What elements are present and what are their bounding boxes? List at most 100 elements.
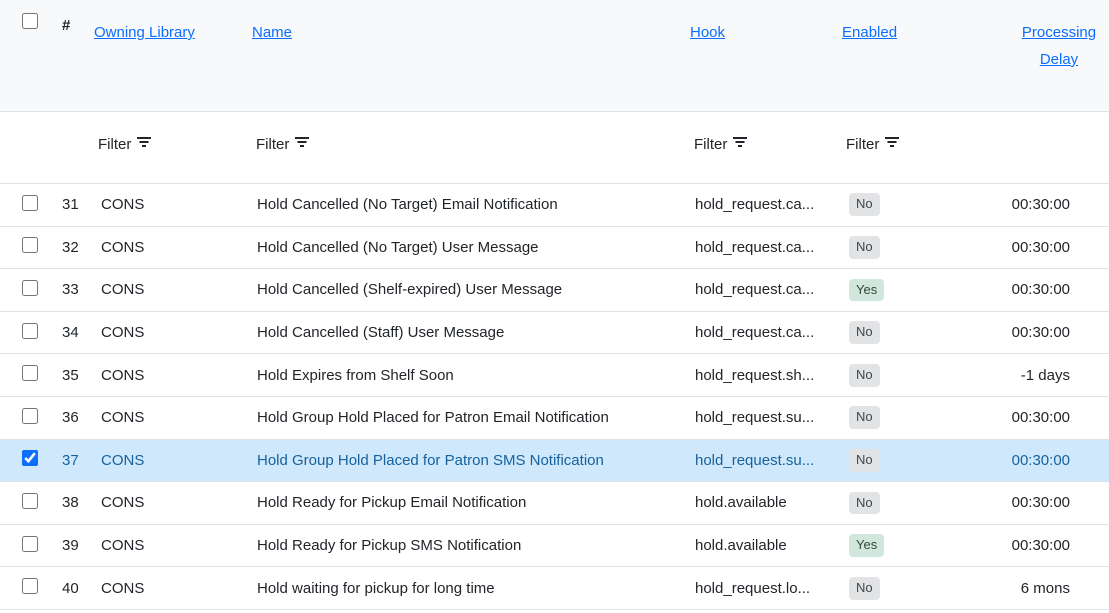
name-header-cell: Name <box>248 0 686 111</box>
column-header-processing-delay[interactable]: Processing Delay <box>1011 19 1107 111</box>
row-checkbox-cell <box>0 365 50 385</box>
row-hook: hold_request.lo... <box>686 580 838 597</box>
select-all-checkbox[interactable] <box>22 13 38 29</box>
row-name: Hold Expires from Shelf Soon <box>248 367 686 384</box>
filter-icon <box>136 135 152 148</box>
row-enabled-cell: Yes <box>838 279 985 302</box>
row-processing-delay: 00:30:00 <box>985 239 1109 256</box>
row-checkbox-cell <box>0 578 50 598</box>
row-name: Hold Cancelled (No Target) Email Notific… <box>248 196 686 213</box>
row-hook: hold_request.ca... <box>686 196 838 213</box>
grid-body: 31 CONS Hold Cancelled (No Target) Email… <box>0 184 1109 610</box>
row-processing-delay: -1 days <box>985 367 1109 384</box>
filter-label: Filter <box>256 136 289 153</box>
row-processing-delay: 00:30:00 <box>985 324 1109 341</box>
row-enabled-cell: No <box>838 577 985 600</box>
row-number: 32 <box>50 239 90 256</box>
row-owning-library: CONS <box>90 494 248 511</box>
row-enabled-cell: No <box>838 406 985 429</box>
row-checkbox-cell <box>0 195 50 215</box>
column-header-enabled[interactable]: Enabled <box>842 19 897 46</box>
notifications-grid: # Owning Library Name Hook Enabled Proce… <box>0 0 1109 610</box>
row-number: 35 <box>50 367 90 384</box>
filter-icon <box>732 135 748 148</box>
enabled-badge: No <box>849 577 880 600</box>
filter-owning-library-cell: Filter <box>90 136 248 159</box>
column-header-name[interactable]: Name <box>252 19 292 46</box>
column-header-hook[interactable]: Hook <box>690 19 725 46</box>
row-number: 39 <box>50 537 90 554</box>
row-processing-delay: 00:30:00 <box>985 452 1109 469</box>
row-checkbox[interactable] <box>22 323 38 339</box>
table-row[interactable]: 32 CONS Hold Cancelled (No Target) User … <box>0 227 1109 270</box>
filter-button-name[interactable]: Filter <box>248 136 310 159</box>
row-checkbox[interactable] <box>22 365 38 381</box>
row-enabled-cell: No <box>838 492 985 515</box>
table-row[interactable]: 37 CONS Hold Group Hold Placed for Patro… <box>0 440 1109 483</box>
table-row[interactable]: 34 CONS Hold Cancelled (Staff) User Mess… <box>0 312 1109 355</box>
row-hook: hold_request.sh... <box>686 367 838 384</box>
row-owning-library: CONS <box>90 367 248 384</box>
row-enabled-cell: No <box>838 449 985 472</box>
row-processing-delay: 00:30:00 <box>985 537 1109 554</box>
row-processing-delay: 00:30:00 <box>985 494 1109 511</box>
row-checkbox[interactable] <box>22 408 38 424</box>
filter-button-owning-library[interactable]: Filter <box>90 136 152 159</box>
row-number: 34 <box>50 324 90 341</box>
row-name: Hold Cancelled (Staff) User Message <box>248 324 686 341</box>
table-row[interactable]: 38 CONS Hold Ready for Pickup Email Noti… <box>0 482 1109 525</box>
row-owning-library: CONS <box>90 537 248 554</box>
row-name: Hold Ready for Pickup Email Notification <box>248 494 686 511</box>
filter-name-cell: Filter <box>248 136 686 159</box>
enabled-badge: Yes <box>849 279 884 302</box>
row-checkbox[interactable] <box>22 237 38 253</box>
row-number: 40 <box>50 580 90 597</box>
row-checkbox-cell <box>0 237 50 257</box>
column-header-owning-library[interactable]: Owning Library <box>94 19 195 46</box>
row-checkbox[interactable] <box>22 195 38 211</box>
filter-icon <box>294 135 310 148</box>
row-owning-library: CONS <box>90 239 248 256</box>
row-checkbox[interactable] <box>22 578 38 594</box>
enabled-badge: No <box>849 492 880 515</box>
enabled-badge: No <box>849 193 880 216</box>
row-hook: hold.available <box>686 537 838 554</box>
row-enabled-cell: No <box>838 364 985 387</box>
select-all-cell <box>0 0 50 111</box>
table-row[interactable]: 35 CONS Hold Expires from Shelf Soon hol… <box>0 354 1109 397</box>
row-hook: hold_request.ca... <box>686 239 838 256</box>
enabled-badge: No <box>849 236 880 259</box>
table-row[interactable]: 39 CONS Hold Ready for Pickup SMS Notifi… <box>0 525 1109 568</box>
row-owning-library: CONS <box>90 409 248 426</box>
row-number: 36 <box>50 409 90 426</box>
filter-button-hook[interactable]: Filter <box>686 136 748 159</box>
row-owning-library: CONS <box>90 324 248 341</box>
filter-label: Filter <box>98 136 131 153</box>
row-checkbox[interactable] <box>22 493 38 509</box>
table-row[interactable]: 36 CONS Hold Group Hold Placed for Patro… <box>0 397 1109 440</box>
enabled-header-cell: Enabled <box>838 0 985 111</box>
row-enabled-cell: No <box>838 321 985 344</box>
grid-header-row: # Owning Library Name Hook Enabled Proce… <box>0 0 1109 112</box>
row-checkbox[interactable] <box>22 280 38 296</box>
row-processing-delay: 00:30:00 <box>985 409 1109 426</box>
row-checkbox[interactable] <box>22 536 38 552</box>
row-hook: hold_request.ca... <box>686 324 838 341</box>
row-name: Hold Group Hold Placed for Patron SMS No… <box>248 452 686 469</box>
row-processing-delay: 00:30:00 <box>985 281 1109 298</box>
row-hook: hold_request.su... <box>686 452 838 469</box>
table-row[interactable]: 31 CONS Hold Cancelled (No Target) Email… <box>0 184 1109 227</box>
table-row[interactable]: 33 CONS Hold Cancelled (Shelf-expired) U… <box>0 269 1109 312</box>
row-number: 37 <box>50 452 90 469</box>
row-owning-library: CONS <box>90 196 248 213</box>
row-enabled-cell: No <box>838 193 985 216</box>
row-name: Hold Ready for Pickup SMS Notification <box>248 537 686 554</box>
filter-button-enabled[interactable]: Filter <box>838 136 900 159</box>
row-checkbox[interactable] <box>22 450 38 466</box>
row-name: Hold Cancelled (Shelf-expired) User Mess… <box>248 281 686 298</box>
row-number: 31 <box>50 196 90 213</box>
table-row[interactable]: 40 CONS Hold waiting for pickup for long… <box>0 567 1109 610</box>
row-number-column-header: # <box>50 4 90 111</box>
row-owning-library: CONS <box>90 452 248 469</box>
filter-label: Filter <box>846 136 879 153</box>
